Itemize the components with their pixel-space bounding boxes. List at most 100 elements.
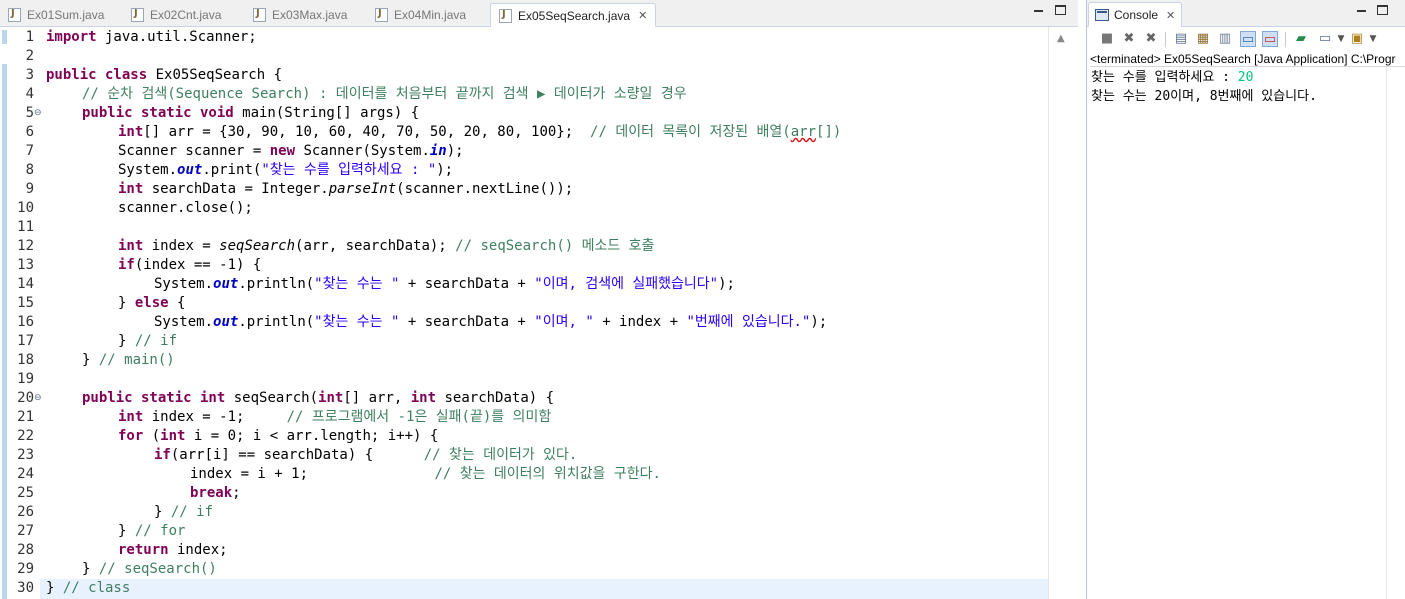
line-number: 28	[17, 542, 34, 558]
comment: // 프로그램에서 -1은 실패(끝)를 의미함	[286, 409, 552, 425]
change-indicator	[2, 64, 7, 599]
code-line-5: public static void main(String[] args) {	[82, 104, 419, 123]
maximize-icon[interactable]	[1055, 5, 1066, 15]
word-wrap-icon[interactable]: ▥	[1217, 31, 1233, 47]
code-editor[interactable]: Ex01Sum.java Ex02Cnt.java Ex03Max.java E…	[0, 0, 1078, 599]
code-text: [] arr = {30, 90, 10, 60, 40, 70, 50, 20…	[143, 124, 591, 140]
tab-label: Ex01Sum.java	[27, 8, 105, 22]
comment: // 데이터 목록이 저장된 배열(	[590, 124, 791, 140]
static-method: parseInt	[328, 181, 397, 197]
show-on-stderr-icon[interactable]: ▭	[1262, 31, 1278, 47]
line-number: 12	[17, 238, 34, 254]
string-literal: "찾는 수는 "	[314, 276, 400, 292]
code-line-25: break;	[190, 484, 241, 503]
remove-launch-icon[interactable]: ✖	[1121, 31, 1137, 47]
display-console-icon[interactable]: ▭	[1317, 31, 1333, 47]
comment: // for	[134, 523, 186, 539]
tab-ex02cnt[interactable]: Ex02Cnt.java	[131, 3, 221, 27]
comment: // 찾는 데이터가 있다.	[423, 447, 578, 463]
tab-ex04min[interactable]: Ex04Min.java	[375, 3, 466, 27]
pin-console-icon[interactable]: ▰	[1293, 31, 1309, 47]
code-line-27: } // for	[118, 522, 185, 541]
console-output[interactable]: 찾는 수를 입력하세요 : 20 찾는 수는 20이며, 8번째에 있습니다.	[1091, 68, 1391, 106]
code-text: System.	[154, 314, 214, 330]
code-text: (arr, searchData);	[295, 238, 456, 254]
code-line-8: System.out.print("찾는 수를 입력하세요 : ");	[118, 161, 453, 180]
line-number: 7	[25, 143, 34, 159]
line-number: 21	[17, 409, 34, 425]
code-text: Scanner(System.	[295, 143, 430, 159]
scroll-up-icon[interactable]: ▲	[1057, 33, 1065, 44]
comment: // seqSearch()	[98, 561, 217, 577]
editor-vertical-scrollbar[interactable]: ▲	[1048, 27, 1078, 599]
code-line-9: int searchData = Integer.parseInt(scanne…	[118, 180, 573, 199]
keyword: for	[118, 428, 144, 444]
line-number: 1	[25, 29, 34, 45]
tab-ex01sum[interactable]: Ex01Sum.java	[8, 3, 104, 27]
chevron-down-icon[interactable]: ▼	[1333, 31, 1349, 47]
line-number: 30	[17, 580, 34, 596]
line-number: 23	[17, 447, 34, 463]
comment: // 순차 검색(Sequence Search) : 데이터를 처음부터 끝까…	[82, 86, 687, 102]
chevron-down-icon[interactable]: ▼	[1365, 31, 1381, 47]
line-number: 18	[17, 352, 34, 368]
code-text: System.	[118, 162, 178, 178]
code-line-23: if(arr[i] == searchData) { // 찾는 데이터가 있다…	[154, 446, 577, 465]
tab-label: Ex04Min.java	[394, 8, 467, 22]
keyword: int	[160, 428, 186, 444]
clear-console-icon[interactable]: ▤	[1173, 31, 1189, 47]
close-tab-icon[interactable]: ✕	[1166, 9, 1175, 22]
string-literal: "이며, "	[534, 314, 594, 330]
java-file-icon	[499, 8, 512, 23]
code-line-20: public static int seqSearch(int[] arr, i…	[82, 389, 554, 408]
console-toolbar: ■ ✖ ✖ ▤ ▦ ▥ ▭ ▭ ▰ ▭ ▼ ▣ ▼	[1087, 27, 1405, 51]
terminate-icon[interactable]: ■	[1099, 31, 1115, 47]
line-number: 20	[17, 390, 34, 406]
keyword: int	[410, 390, 437, 406]
line-number: 24	[17, 466, 34, 482]
code-text: index;	[168, 542, 228, 558]
maximize-icon[interactable]	[1377, 5, 1388, 15]
remove-all-launches-icon[interactable]: ✖	[1143, 31, 1159, 47]
keyword: int	[118, 181, 144, 197]
minimize-icon[interactable]	[1355, 5, 1368, 17]
current-line-highlight	[40, 579, 1048, 599]
code-text: searchData) {	[436, 390, 555, 406]
code-line-15: } else {	[118, 294, 185, 313]
comment: // if	[134, 333, 178, 349]
line-number: 5	[25, 105, 34, 121]
code-text: }	[154, 504, 171, 520]
open-console-icon[interactable]: ▣	[1349, 31, 1365, 47]
line-number: 29	[17, 561, 34, 577]
code-line-17: } // if	[118, 332, 177, 351]
console-view[interactable]: Console ✕ ■ ✖ ✖ ▤ ▦ ▥ ▭ ▭ ▰ ▭ ▼ ▣ ▼ <ter…	[1086, 0, 1405, 599]
keyword: int	[118, 124, 144, 140]
fold-collapse-icon[interactable]: ⊖	[34, 104, 42, 123]
java-file-icon	[131, 8, 144, 22]
code-text: .print(	[202, 162, 262, 178]
keyword: if	[118, 257, 135, 273]
keyword: public static int	[82, 390, 226, 406]
code-line-13: if(index == -1) {	[118, 256, 261, 275]
tab-console[interactable]: Console ✕	[1088, 2, 1183, 27]
code-text: .println(	[238, 314, 315, 330]
java-file-icon	[375, 8, 388, 22]
tab-label: Ex02Cnt.java	[150, 8, 222, 22]
code-text: scanner.close();	[118, 200, 253, 216]
static-field: out	[213, 314, 239, 330]
tab-ex03max[interactable]: Ex03Max.java	[253, 3, 347, 27]
toolbar-separator	[1285, 32, 1286, 47]
string-literal: "찾는 수는 "	[314, 314, 400, 330]
console-tab-label: Console	[1114, 8, 1159, 22]
console-vertical-scrollbar[interactable]	[1386, 67, 1405, 599]
close-tab-icon[interactable]: ✕	[638, 9, 647, 22]
keyword: else	[134, 295, 169, 311]
minimize-icon[interactable]	[1032, 5, 1045, 17]
console-line: 찾는 수는 20이며, 8번째에 있습니다.	[1091, 89, 1317, 104]
tab-ex05seqsearch[interactable]: Ex05SeqSearch.java ✕	[490, 3, 657, 27]
scroll-lock-icon[interactable]: ▦	[1195, 31, 1211, 47]
show-on-stdout-icon[interactable]: ▭	[1240, 31, 1256, 47]
code-text: }	[82, 352, 99, 368]
code-text: (	[143, 428, 161, 444]
fold-collapse-icon[interactable]: ⊖	[34, 389, 42, 408]
